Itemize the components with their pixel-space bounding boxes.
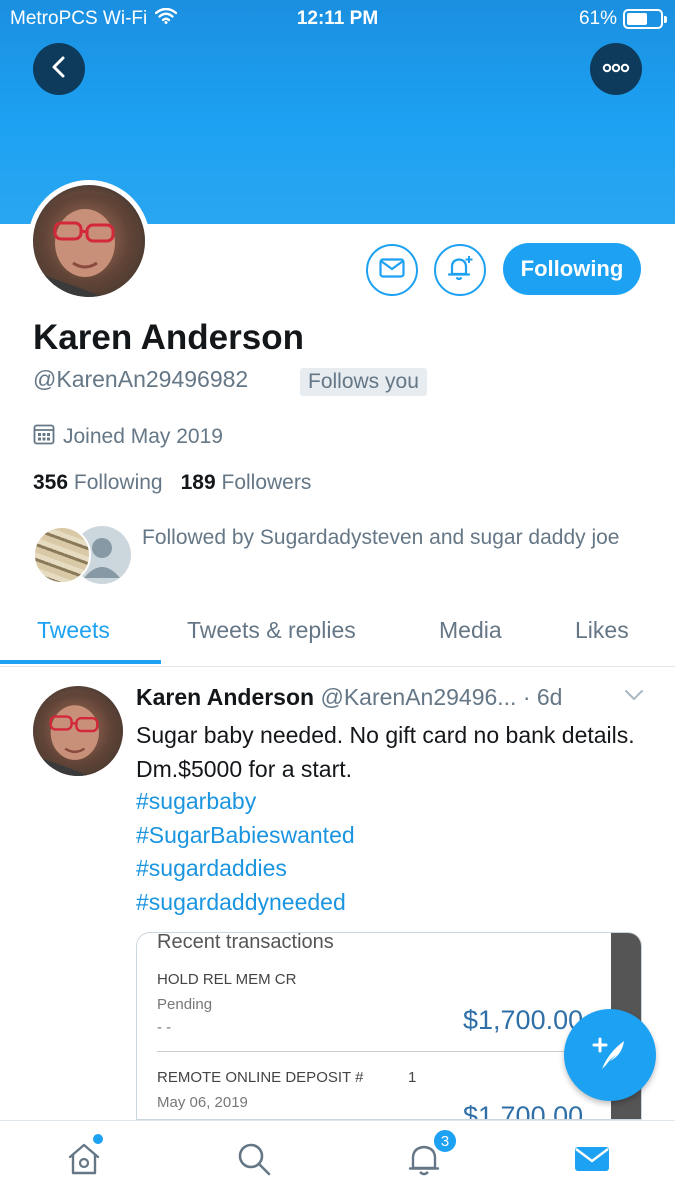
nav-search[interactable] [232, 1139, 276, 1183]
hashtag-link[interactable]: #sugardaddyneeded [136, 886, 355, 920]
joined-label: Joined May 2019 [63, 425, 223, 448]
profile-tabs: Tweets Tweets & replies Media Likes [0, 603, 675, 667]
followers-count: 189 [180, 471, 216, 494]
profile-handle: @KarenAn29496982 [33, 366, 249, 392]
nav-messages[interactable] [570, 1139, 614, 1183]
calendar-icon [33, 423, 55, 451]
followers-label: Followers [221, 471, 312, 494]
chevron-left-icon [49, 55, 69, 84]
media-row1-label: HOLD REL MEM CR [157, 971, 297, 988]
profile-avatar[interactable] [28, 180, 150, 302]
bottom-nav [0, 1120, 675, 1200]
chevron-down-icon[interactable] [624, 688, 644, 707]
compose-feather-icon [588, 1031, 632, 1080]
mail-icon [379, 257, 405, 283]
profile-photo [33, 185, 145, 297]
tweet-meta: @KarenAn29496... · 6d [320, 684, 563, 710]
active-tab-indicator [0, 660, 161, 664]
status-time: 12:11 PM [296, 8, 379, 29]
media-row1-amount: $1,700.00 [463, 1005, 584, 1035]
media-row2-label: REMOTE ONLINE DEPOSIT # [157, 1069, 364, 1086]
status-bar: MetroPCS Wi-Fi 12:11 PM 61% [0, 0, 675, 38]
media-row1-status: Pending [157, 996, 213, 1013]
following-stat[interactable]: 356 Following [33, 471, 163, 495]
mail-filled-icon [573, 1144, 611, 1179]
tweet-text: Sugar baby needed. No gift card no bank … [136, 722, 635, 782]
following-label: Following [73, 471, 163, 494]
back-button[interactable] [33, 43, 85, 95]
home-unread-dot [93, 1134, 103, 1144]
tweet-header: Karen Anderson @KarenAn29496... · 6d [136, 684, 562, 711]
tweet-author-name[interactable]: Karen Anderson [136, 684, 314, 710]
message-button[interactable] [366, 244, 418, 296]
tab-tweets-replies[interactable]: Tweets & replies [187, 617, 356, 644]
joined-date: Joined May 2019 [33, 423, 223, 451]
media-title: Recent transactions [157, 932, 334, 953]
tab-likes[interactable]: Likes [575, 617, 629, 644]
hashtag-link[interactable]: #sugardaddies [136, 852, 355, 886]
compose-tweet-button[interactable] [564, 1009, 656, 1101]
more-dots-icon [602, 60, 630, 78]
media-divider [157, 1051, 617, 1052]
tweet-hashtags: #sugarbaby #SugarBabieswanted #sugardadd… [136, 785, 355, 919]
follower-avatar-photo [33, 526, 91, 584]
hashtag-link[interactable]: #SugarBabieswanted [136, 819, 355, 853]
battery-icon [623, 9, 667, 29]
followers-stat[interactable]: 189 Followers [181, 471, 312, 495]
follows-you-badge: Follows you [300, 368, 427, 396]
tweet-media-image[interactable]: Recent transactions HOLD REL MEM CR Pend… [136, 932, 642, 1120]
home-icon [64, 1139, 104, 1184]
following-button[interactable]: Following [503, 243, 641, 295]
following-count: 356 [33, 471, 69, 494]
tab-tweets[interactable]: Tweets [37, 617, 110, 644]
bell-plus-icon [446, 254, 474, 287]
notify-button[interactable] [434, 244, 486, 296]
media-row2-date: May 06, 2019 [157, 1094, 248, 1111]
battery-percent: 61% [578, 8, 617, 29]
hashtag-link[interactable]: #sugarbaby [136, 785, 355, 819]
search-icon [235, 1140, 273, 1183]
more-button[interactable] [590, 43, 642, 95]
media-row2-num: 1 [408, 1069, 417, 1086]
followed-by-text[interactable]: Followed by Sugardadysteven and sugar da… [142, 521, 652, 554]
media-row2-amount: $1,700.00 [463, 1101, 584, 1120]
media-row1-sub: - - [157, 1019, 172, 1036]
follow-stats: 356 Following 189 Followers [33, 471, 311, 495]
profile-name: Karen Anderson [33, 318, 304, 357]
followed-by-avatars[interactable] [33, 526, 131, 586]
tab-media[interactable]: Media [439, 617, 502, 644]
notifications-badge: 3 [432, 1128, 458, 1154]
nav-home[interactable] [62, 1139, 106, 1183]
tweet-avatar[interactable] [33, 686, 123, 776]
